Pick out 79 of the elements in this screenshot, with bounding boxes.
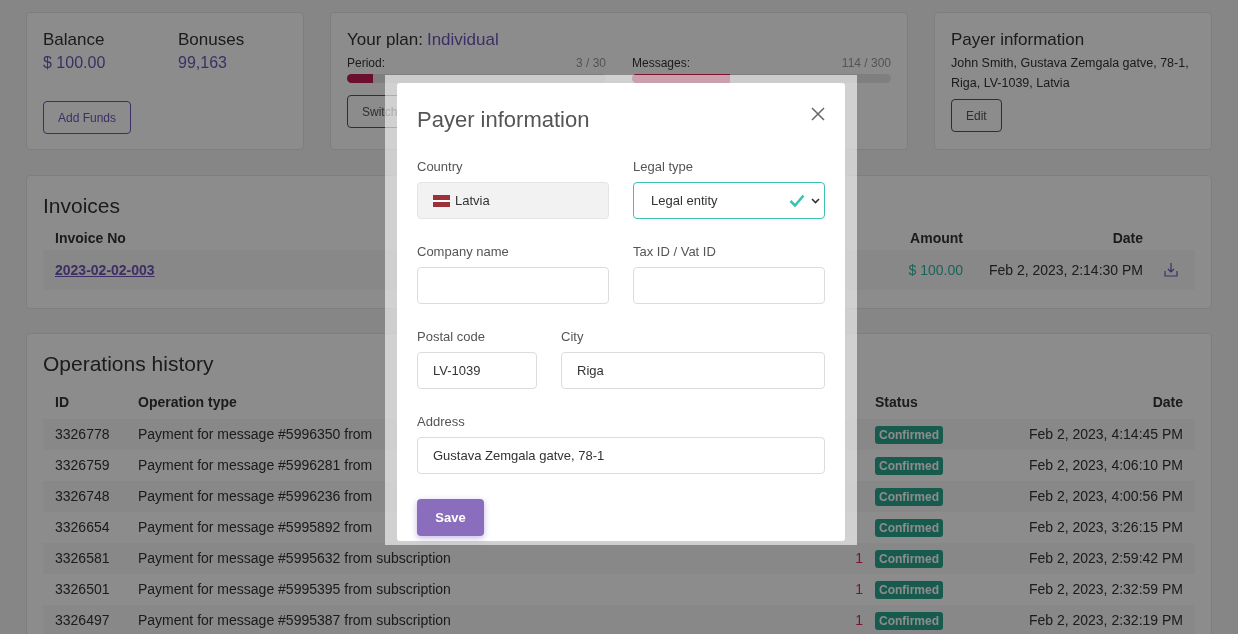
meter-label: Period: — [347, 55, 386, 71]
legal-type-select[interactable]: Legal entity — [633, 182, 825, 219]
invoices-title: Invoices — [43, 193, 121, 219]
bonuses-label: Bonuses — [178, 29, 245, 51]
status-badge: Confirmed — [875, 550, 943, 568]
operation-amount: 1 — [855, 612, 863, 628]
operation-date: Feb 2, 2023, 4:06:10 PM — [1027, 456, 1183, 475]
operation-type: Payment for message #5995632 from subscription — [138, 550, 451, 566]
invoice-amount: $ 100.00 — [907, 260, 963, 280]
operation-id: 3326501 — [55, 580, 111, 599]
input-field[interactable] — [633, 267, 825, 304]
country-field[interactable]: Latvia — [417, 182, 609, 219]
field-label: Tax ID / Vat ID — [633, 244, 717, 260]
operation-type: Payment for message #5995892 from — [138, 519, 373, 535]
payer-details: John Smith, Gustava Zemgala gatve, 78-1, Riga, LV-1039, Latvia — [951, 55, 1190, 92]
close-button[interactable] — [809, 105, 827, 123]
operation-amount: 1 — [855, 550, 863, 566]
edit-button[interactable]: Edit — [951, 99, 1002, 132]
flag-icon — [433, 194, 450, 207]
country-value: Latvia — [455, 191, 490, 210]
payer-title: Payer information — [951, 29, 1086, 51]
status-badge: Confirmed — [875, 426, 943, 444]
operation-date: Feb 2, 2023, 2:32:19 PM — [1027, 611, 1183, 630]
status-badge: Confirmed — [875, 488, 943, 506]
operation-type: Payment for message #5996236 from — [138, 488, 373, 504]
field-label: Address — [417, 414, 466, 430]
column-header: Operation type — [138, 393, 237, 410]
dialog-title: Payer information — [417, 106, 590, 134]
close-icon — [811, 107, 825, 121]
operation-type: Payment for message #5995395 from subscription — [138, 581, 451, 597]
operation-id: 3326778 — [55, 425, 111, 444]
meter-reading: 3 / 30 — [575, 55, 606, 71]
operation-type: Payment for message #5995387 from subscription — [138, 612, 451, 628]
field-label: Postal code — [417, 329, 486, 345]
bonuses-value: 99,163 — [178, 53, 228, 73]
balance-label: Balance — [43, 29, 106, 51]
field-label: Country — [417, 159, 464, 175]
column-header: Amount — [909, 228, 963, 248]
operation-date: Feb 2, 2023, 2:59:42 PM — [1027, 549, 1183, 568]
operation-date: Feb 2, 2023, 2:32:59 PM — [1027, 580, 1183, 599]
operation-type: Payment for message #5996350 from — [138, 426, 373, 442]
column-header: Status — [874, 392, 919, 412]
input-field[interactable]: Riga — [561, 352, 825, 389]
meter-reading: 114 / 300 — [841, 55, 891, 71]
column-header: Invoice No — [55, 229, 126, 246]
chevron-down-icon — [811, 197, 820, 204]
field-label: Legal type — [633, 159, 694, 175]
operation-date: Feb 2, 2023, 3:26:15 PM — [1027, 518, 1183, 537]
meter-label: Messages: — [632, 55, 691, 71]
field-label: Company name — [417, 244, 510, 260]
operation-date: Feb 2, 2023, 4:14:45 PM — [1027, 425, 1183, 444]
input-field[interactable]: LV-1039 — [417, 352, 537, 389]
status-badge: Confirmed — [875, 457, 943, 475]
status-badge: Confirmed — [875, 581, 943, 599]
operation-date: Feb 2, 2023, 4:00:56 PM — [1027, 487, 1183, 506]
input-field[interactable]: Gustava Zemgala gatve, 78-1 — [417, 437, 825, 474]
operation-id: 3326759 — [55, 456, 111, 475]
save-button[interactable]: Save — [417, 499, 484, 536]
operation-amount: 1 — [855, 581, 863, 597]
invoice-date: Feb 2, 2023, 2:14:30 PM — [987, 260, 1143, 280]
check-icon — [789, 194, 805, 207]
field-label: City — [561, 329, 585, 345]
add-funds-button[interactable]: Add Funds — [43, 101, 132, 134]
status-badge: Confirmed — [875, 612, 943, 630]
operation-id: 3326748 — [55, 487, 111, 506]
balance-value: $ 100.00 — [43, 53, 107, 73]
plan-title: Your plan: — [347, 29, 423, 51]
input-field[interactable] — [417, 267, 609, 304]
column-header: Date — [1151, 392, 1183, 412]
status-badge: Confirmed — [875, 519, 943, 537]
plan-name: Individual — [426, 29, 499, 51]
operations-title: Operations history — [43, 351, 214, 377]
operation-id: 3326497 — [55, 611, 111, 630]
operation-id: 3326654 — [55, 518, 111, 537]
operation-type: Payment for message #5996281 from — [138, 457, 373, 473]
operation-id: 3326581 — [55, 549, 111, 568]
column-header: ID — [55, 392, 70, 412]
download-icon[interactable] — [1163, 262, 1179, 278]
column-header: Date — [1111, 228, 1143, 248]
